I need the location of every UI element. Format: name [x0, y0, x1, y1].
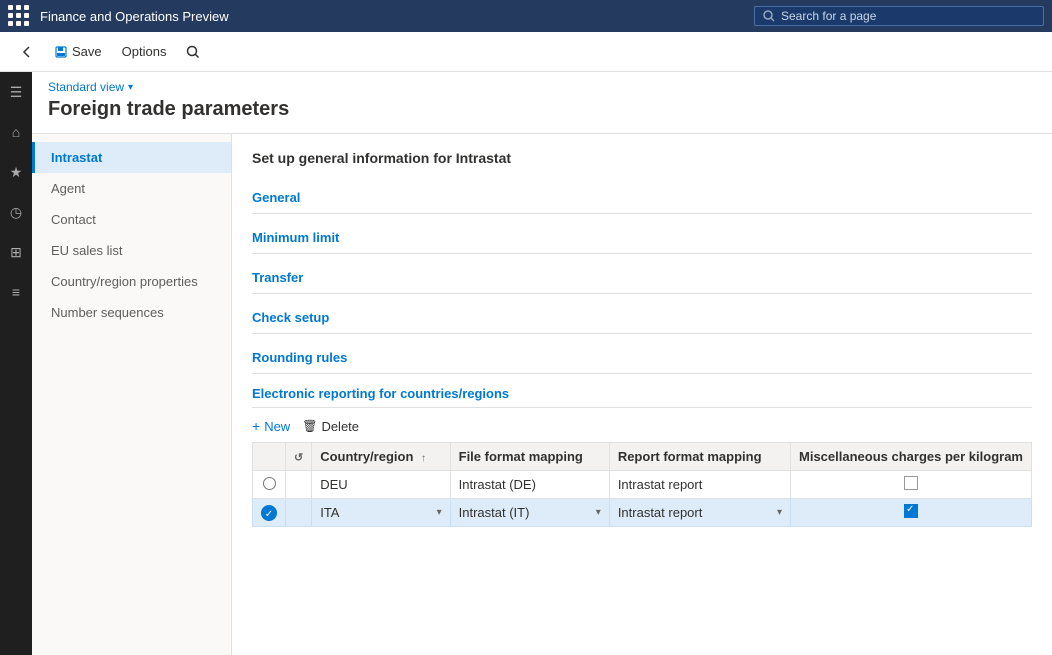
section-check-setup[interactable]: Check setup	[252, 302, 1032, 334]
row1-misc-charges[interactable]	[791, 471, 1032, 499]
nav-item-agent[interactable]: Agent	[32, 173, 231, 204]
row1-report-format[interactable]: Intrastat report	[609, 471, 790, 499]
app-grid-button[interactable]	[8, 5, 30, 27]
row1-radio[interactable]	[263, 477, 276, 490]
toolbar-search-button[interactable]	[178, 41, 208, 63]
country-dropdown-icon[interactable]: ▾	[437, 507, 442, 518]
recent-icon[interactable]: ◷	[4, 200, 28, 224]
new-icon: +	[252, 418, 260, 434]
table-row[interactable]: ITA ▾ Intrastat (IT) ▾	[253, 499, 1032, 527]
nav-item-country-region[interactable]: Country/region properties	[32, 266, 231, 297]
search-placeholder: Search for a page	[781, 9, 876, 23]
options-button[interactable]: Options	[114, 40, 175, 63]
side-icon-bar: ☰ ⌂ ★ ◷ ⊞ ≡	[0, 72, 32, 655]
er-section-title: Electronic reporting for countries/regio…	[252, 386, 1032, 408]
nav-item-number-sequences[interactable]: Number sequences	[32, 297, 231, 328]
standard-view-label: Standard view	[48, 80, 124, 94]
row2-misc-charges[interactable]	[791, 499, 1032, 527]
section-rounding-rules[interactable]: Rounding rules	[252, 342, 1032, 374]
content-split: Intrastat Agent Contact EU sales list Co…	[32, 134, 1052, 655]
sort-icon: ↑	[421, 453, 426, 464]
new-button[interactable]: + New	[252, 416, 290, 436]
section-transfer[interactable]: Transfer	[252, 262, 1032, 294]
row1-checkbox[interactable]	[904, 476, 918, 490]
table-row[interactable]: DEU Intrastat (DE) Intrastat report	[253, 471, 1032, 499]
delete-button[interactable]: 🗑 Delete	[302, 417, 359, 436]
reload-header-icon: ↺	[294, 452, 303, 464]
section-minimum-limit[interactable]: Minimum limit	[252, 222, 1032, 254]
back-icon	[20, 45, 34, 59]
new-label: New	[264, 419, 290, 434]
row2-file-format[interactable]: Intrastat (IT) ▾	[450, 499, 609, 527]
main-content: Standard view ▾ Foreign trade parameters…	[32, 72, 1052, 655]
view-chevron-icon: ▾	[128, 82, 133, 93]
save-button[interactable]: Save	[46, 40, 110, 63]
row1-country[interactable]: DEU	[312, 471, 450, 499]
row2-checkbox[interactable]	[904, 504, 918, 518]
favorites-icon[interactable]: ★	[4, 160, 28, 184]
row2-indicator	[286, 499, 312, 527]
col-reload: ↺	[286, 443, 312, 471]
delete-label: Delete	[321, 419, 359, 434]
row1-file-format[interactable]: Intrastat (DE)	[450, 471, 609, 499]
search-bar[interactable]: Search for a page	[754, 6, 1044, 26]
top-nav-bar: Finance and Operations Preview Search fo…	[0, 0, 1052, 32]
workspaces-icon[interactable]: ⊞	[4, 240, 28, 264]
page-toolbar: Save Options	[0, 32, 1052, 72]
file-format-dropdown-icon[interactable]: ▾	[596, 507, 601, 518]
nav-item-contact[interactable]: Contact	[32, 204, 231, 235]
left-nav: Intrastat Agent Contact EU sales list Co…	[32, 134, 232, 655]
back-button[interactable]	[12, 41, 42, 63]
col-radio	[253, 443, 286, 471]
row2-report-format[interactable]: Intrastat report ▾	[609, 499, 790, 527]
panel-title: Set up general information for Intrastat	[252, 150, 1032, 166]
options-label: Options	[122, 44, 167, 59]
col-report-format[interactable]: Report format mapping	[609, 443, 790, 471]
standard-view-selector[interactable]: Standard view ▾	[48, 80, 1036, 94]
toolbar-search-icon	[186, 45, 200, 59]
home-icon[interactable]: ⌂	[4, 120, 28, 144]
nav-item-intrastat[interactable]: Intrastat	[32, 142, 231, 173]
save-icon	[54, 45, 68, 59]
er-table: ↺ Country/region ↑ File format mapping	[252, 442, 1032, 527]
page-title: Foreign trade parameters	[48, 98, 1036, 121]
col-country-region[interactable]: Country/region ↑	[312, 443, 450, 471]
right-panel: Set up general information for Intrastat…	[232, 134, 1052, 655]
table-toolbar: + New 🗑 Delete	[252, 416, 1032, 436]
col-misc-charges[interactable]: Miscellaneous charges per kilogram	[791, 443, 1032, 471]
save-label: Save	[72, 44, 102, 59]
app-title: Finance and Operations Preview	[40, 9, 754, 24]
row2-country[interactable]: ITA ▾	[312, 499, 450, 527]
row2-selected-indicator	[261, 505, 277, 521]
nav-item-eu-sales-list[interactable]: EU sales list	[32, 235, 231, 266]
report-format-dropdown-icon[interactable]: ▾	[777, 507, 782, 518]
page-header: Standard view ▾ Foreign trade parameters	[32, 72, 1052, 134]
search-icon	[763, 10, 775, 22]
menu-icon[interactable]: ☰	[4, 80, 28, 104]
table-header-row: ↺ Country/region ↑ File format mapping	[253, 443, 1032, 471]
modules-icon[interactable]: ≡	[4, 280, 28, 304]
row1-radio-cell[interactable]	[253, 471, 286, 499]
delete-icon: 🗑	[302, 419, 317, 433]
main-layout: ☰ ⌂ ★ ◷ ⊞ ≡ Standard view ▾ Foreign trad…	[0, 72, 1052, 655]
row2-radio-cell[interactable]	[253, 499, 286, 527]
col-file-format[interactable]: File format mapping	[450, 443, 609, 471]
er-section: Electronic reporting for countries/regio…	[252, 386, 1032, 527]
section-general[interactable]: General	[252, 182, 1032, 214]
row1-indicator	[286, 471, 312, 499]
